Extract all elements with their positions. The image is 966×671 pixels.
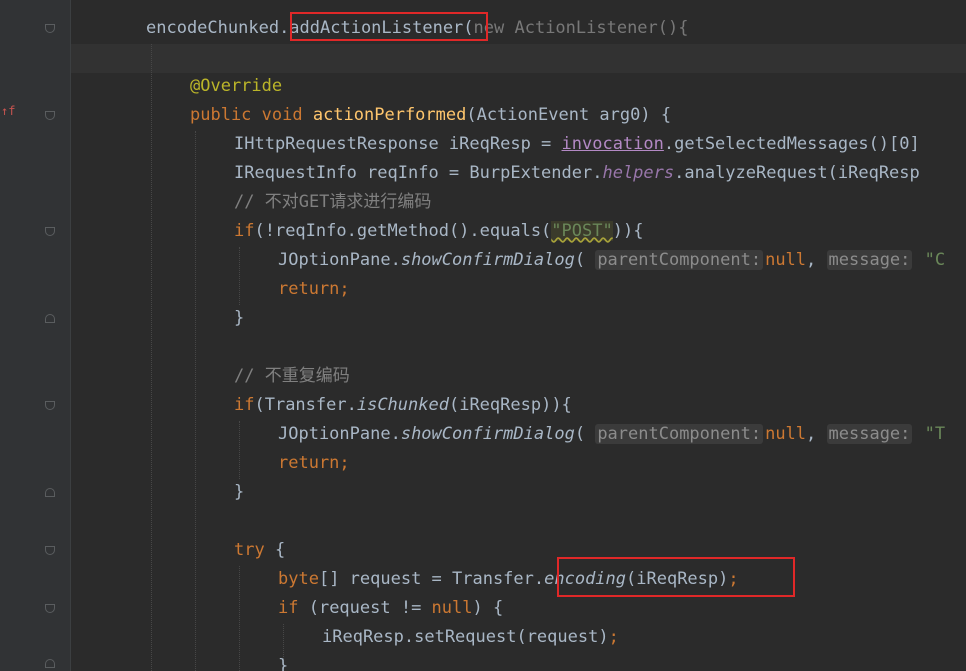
code-token: .analyzeRequest(iReqResp: [674, 163, 920, 183]
code-token: invocation: [561, 134, 664, 154]
code-token: null: [765, 424, 807, 444]
code-token: @Override: [190, 76, 283, 96]
code-token: null: [765, 250, 807, 270]
fold-expand-icon[interactable]: [45, 314, 55, 323]
code-line[interactable]: // 不对GET请求进行编码: [234, 188, 431, 217]
override-marker-icon[interactable]: ↑f: [1, 104, 15, 118]
code-line[interactable]: IHttpRequestResponse iReqResp = invocati…: [234, 130, 920, 159]
indent-guide: [239, 421, 240, 479]
code-token: "POST": [551, 221, 613, 241]
code-token: new ActionListener(){: [473, 18, 689, 38]
code-token: iReqResp.setRequest(request): [322, 627, 609, 647]
code-line[interactable]: try {: [234, 536, 285, 565]
code-line[interactable]: return;: [278, 275, 350, 304]
code-token: }: [278, 656, 289, 671]
code-editor[interactable]: ↑f encodeChunked.addActionListener(new A…: [0, 0, 966, 671]
code-line[interactable]: if (request != null) {: [278, 594, 503, 623]
parameter-hint: parentComponent:: [595, 250, 764, 270]
code-comment: // 不对GET请求进行编码: [234, 192, 432, 212]
indent-guide: [151, 44, 152, 671]
fold-expand-icon[interactable]: [45, 488, 55, 497]
code-token: IRequestInfo reqInfo = BurpExtender.: [234, 163, 603, 183]
code-token: return;: [278, 453, 350, 473]
code-line[interactable]: // 不重复编码: [234, 362, 350, 391]
code-token: }: [234, 482, 245, 502]
code-line[interactable]: JOptionPane.showConfirmDialog( parentCom…: [278, 420, 945, 449]
code-line[interactable]: IRequestInfo reqInfo = BurpExtender.help…: [234, 159, 920, 188]
code-comment: // 不重复编码: [234, 366, 350, 386]
parameter-hint: message:: [826, 424, 913, 444]
code-token: "T: [914, 424, 946, 444]
code-token: if: [234, 395, 255, 415]
code-token: ) {: [472, 598, 504, 618]
code-token: (Transfer.: [254, 395, 357, 415]
code-line[interactable]: return;: [278, 449, 350, 478]
code-token: public void: [190, 105, 313, 125]
code-token: (!reqInfo.getMethod().equals(: [254, 221, 552, 241]
code-token: helpers: [602, 163, 675, 183]
highlight-box-encoding: [557, 557, 795, 597]
code-token: (: [574, 250, 596, 270]
code-token: try: [234, 540, 275, 560]
editor-gutter[interactable]: [0, 0, 70, 671]
code-token: null: [431, 598, 473, 618]
code-line[interactable]: }: [278, 652, 288, 671]
code-token: ,: [806, 250, 827, 270]
code-token: actionPerformed: [312, 105, 467, 125]
code-token: JOptionPane.: [278, 424, 401, 444]
indent-guide: [239, 247, 240, 305]
highlight-box-addactionlistener: [290, 12, 488, 41]
code-token: .getSelectedMessages()[0]: [663, 134, 920, 154]
code-token: isChunked: [356, 395, 449, 415]
code-token: showConfirmDialog: [400, 250, 575, 270]
gutter-separator: [70, 0, 71, 671]
code-token: {: [274, 540, 286, 560]
code-token: if: [234, 221, 255, 241]
code-token: ,: [806, 424, 827, 444]
indent-guide: [195, 131, 196, 671]
code-token: IHttpRequestResponse iReqResp =: [234, 134, 562, 154]
code-token: (iReqResp)){: [448, 395, 572, 415]
code-token: (request !=: [308, 598, 432, 618]
code-line[interactable]: @Override: [190, 72, 282, 101]
parameter-hint: parentComponent:: [595, 424, 764, 444]
code-token: ;: [608, 627, 619, 647]
current-line-highlight: [71, 44, 966, 73]
code-line[interactable]: public void actionPerformed(ActionEvent …: [190, 101, 671, 130]
code-token: (ActionEvent arg0) {: [466, 105, 672, 125]
code-line[interactable]: if(Transfer.isChunked(iReqResp)){: [234, 391, 572, 420]
code-token: JOptionPane.: [278, 250, 401, 270]
code-line[interactable]: iReqResp.setRequest(request);: [322, 623, 619, 652]
code-token: return;: [278, 279, 350, 299]
code-line[interactable]: if(!reqInfo.getMethod().equals("POST")){: [234, 217, 643, 246]
code-token: )){: [612, 221, 644, 241]
code-line[interactable]: }: [234, 304, 244, 333]
fold-expand-icon[interactable]: [45, 659, 55, 668]
code-token: (: [574, 424, 596, 444]
code-token: "C: [914, 250, 946, 270]
code-token: byte: [278, 569, 319, 589]
code-token: encodeChunked: [146, 18, 280, 38]
code-token: [] request = Transfer.: [318, 569, 545, 589]
code-token: showConfirmDialog: [400, 424, 575, 444]
parameter-hint: message:: [826, 250, 913, 270]
code-token: if: [278, 598, 309, 618]
code-line[interactable]: JOptionPane.showConfirmDialog( parentCom…: [278, 246, 945, 275]
code-token: }: [234, 308, 245, 328]
indent-guide: [239, 566, 240, 671]
code-line[interactable]: }: [234, 478, 244, 507]
